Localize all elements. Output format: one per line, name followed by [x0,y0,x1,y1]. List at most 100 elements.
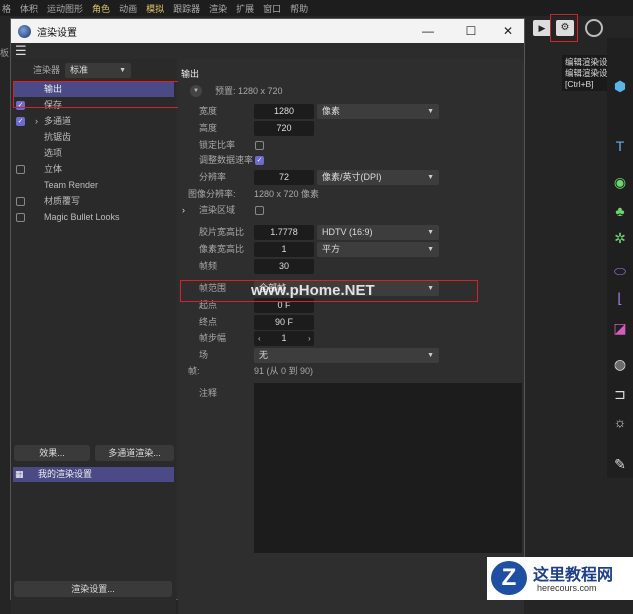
resolution-field[interactable]: 72 [254,170,314,185]
adapt-rate-label: 调整数据速率 [199,155,254,165]
settings-grid-icon: ▦ [15,469,24,479]
gear-icon[interactable]: ✲ [612,230,628,246]
notes-textarea[interactable] [254,383,522,553]
notes-label: 注释 [199,388,218,398]
maximize-button[interactable]: ☐ [454,19,488,43]
right-toolbar: ⬢ T ◉ ♣ ✲ ⬭ ⌊ ◪ ◍ ⊐ ☼ ✎ [607,38,633,478]
field-label: 场 [199,350,209,360]
render-settings-dialog: 渲染设置 — ☐ ✕ ☰ 渲染器 标准 ▼ 输出 保存 ✓ 多通道 ✓ › 抗锯齿… [10,18,525,614]
render-settings-button[interactable]: 渲染设置... [14,581,172,597]
menu-item[interactable]: 体积 [20,2,38,15]
pixel-aspect-label: 像素宽高比 [199,244,245,254]
pixel-aspect-dropdown[interactable]: 平方 ▼ [317,242,439,257]
chevron-right-icon[interactable]: › [35,114,38,129]
resolution-unit-dropdown[interactable]: 像素/英寸(DPI) ▼ [317,170,439,185]
render-region-label: 渲染区域 [199,205,236,215]
menubar: 格 体积 运动图形 角色 动画 模拟 跟踪器 渲染 扩展 窗口 帮助 [0,0,633,16]
menu-item[interactable]: 扩展 [236,2,254,15]
brand-z-icon: Z [491,561,527,595]
film-aspect-field[interactable]: 1.7778 [254,225,314,240]
multipass-render-button[interactable]: 多通道渲染... [95,445,174,461]
cube-icon[interactable]: ⬢ [612,78,628,94]
menu-item[interactable]: 模拟 [146,2,164,15]
chevron-down-icon: ▼ [427,108,434,115]
film-aspect-dropdown[interactable]: HDTV (16:9) ▼ [317,225,439,240]
menu-item[interactable]: 渲染 [209,2,227,15]
spline-icon[interactable]: ◉ [612,174,628,190]
hamburger-menu-icon[interactable]: ☰ [15,44,27,57]
increment-icon[interactable]: › [308,331,311,346]
brand-logo: Z 这里教程网 herecours.com [487,557,633,600]
pixel-aspect-preset: 平方 [322,244,341,254]
highlight-box [550,14,578,42]
height-field[interactable]: 720 [254,121,314,136]
resolution-label: 分辨率 [199,172,227,182]
list-item-multipass[interactable]: 多通道 [44,114,71,129]
preset-label: 预置: 1280 x 720 [215,86,283,96]
render-view-icon[interactable]: ▶ [533,20,551,36]
multipass-checkbox[interactable]: ✓ [16,117,25,126]
list-item-team-render[interactable]: Team Render [44,178,98,193]
minimize-button[interactable]: — [411,19,445,43]
chevron-down-icon: ▼ [427,174,434,181]
render-setting-item[interactable]: 我的渲染设置 [13,467,174,482]
magic-bullet-checkbox[interactable] [16,213,25,222]
unit-dropdown[interactable]: 像素 ▼ [317,104,439,119]
light-icon[interactable]: ☼ [612,414,628,430]
fps-label: 帧频 [199,261,218,271]
material-override-checkbox[interactable] [16,197,25,206]
renderer-dropdown[interactable]: 标准 ▼ [65,63,131,78]
chevron-right-icon[interactable]: › [182,203,185,218]
text-icon[interactable]: T [612,138,628,154]
brand-name: 这里教程网 [533,567,614,584]
menu-item[interactable]: 格 [2,2,11,15]
camera-icon[interactable]: ⊐ [612,386,628,402]
menu-item[interactable]: 窗口 [263,2,281,15]
pixel-aspect-field[interactable]: 1 [254,242,314,257]
menu-item[interactable]: 跟踪器 [173,2,200,15]
list-item-magic-bullet[interactable]: Magic Bullet Looks [44,210,120,225]
renderer-label: 渲染器 [33,65,61,75]
title-bar: 渲染设置 — ☐ ✕ [11,19,524,43]
render-region-checkbox[interactable] [255,206,264,215]
lock-ratio-checkbox[interactable] [255,141,264,150]
step-stepper[interactable]: 1 [254,331,314,346]
output-panel: 输出 ▼ 预置: 1280 x 720 宽度 1280 像素 ▼ 高度 720 锁… [178,59,524,614]
left-panel: 渲染器 标准 ▼ 输出 保存 ✓ 多通道 ✓ › 抗锯齿 选项 立体 Team R… [11,59,176,614]
field-dropdown[interactable]: 无 ▼ [254,348,439,363]
fps-field[interactable]: 30 [254,259,314,274]
cloner-icon[interactable]: ♣ [612,203,628,219]
pen-icon[interactable]: ✎ [612,456,628,472]
field-value: 无 [259,350,269,360]
frames-value: 91 (从 0 到 90) [254,366,314,376]
bend-icon[interactable]: ⌊ [612,290,628,306]
menu-item[interactable]: 运动图形 [47,2,83,15]
globe-icon[interactable]: ◍ [612,356,628,372]
deformer-icon[interactable]: ⬭ [612,263,628,279]
effector-icon[interactable]: ◪ [612,320,628,336]
collapse-icon[interactable]: ▼ [190,85,202,97]
menu-item[interactable]: 动画 [119,2,137,15]
end-field[interactable]: 90 F [254,315,314,330]
close-button[interactable]: ✕ [491,19,525,43]
stereo-checkbox[interactable] [16,165,25,174]
decrement-icon[interactable]: ‹ [258,331,261,346]
adapt-rate-checkbox[interactable]: ✓ [255,156,264,165]
list-item-stereo[interactable]: 立体 [44,162,62,177]
list-item-options[interactable]: 选项 [44,146,62,161]
unit-value: 像素 [322,106,341,116]
frames-label: 帧: [188,366,200,376]
list-item-antialiasing[interactable]: 抗锯齿 [44,130,71,145]
section-title: 输出 [181,69,200,79]
width-label: 宽度 [199,106,218,116]
render-icon[interactable] [585,19,603,37]
image-resolution-label: 图像分辨率: [188,189,236,199]
width-field[interactable]: 1280 [254,104,314,119]
image-resolution-value: 1280 x 720 像素 [254,189,320,199]
effects-button[interactable]: 效果... [14,445,90,461]
menu-item[interactable]: 角色 [92,2,110,15]
list-item-material-override[interactable]: 材质覆写 [44,194,80,209]
menu-item[interactable]: 帮助 [290,2,308,15]
chevron-down-icon: ▼ [119,67,126,74]
lock-ratio-label: 锁定比率 [199,140,236,150]
